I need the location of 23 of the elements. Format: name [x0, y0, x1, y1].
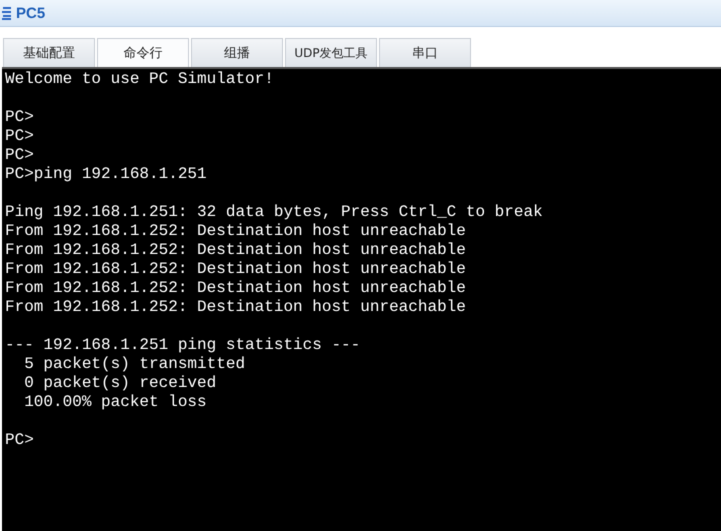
terminal-line: PC> [5, 108, 35, 127]
tab[interactable]: 命令行 [97, 38, 189, 67]
tab[interactable]: 基础配置 [3, 38, 95, 67]
terminal-line: From 192.168.1.252: Destination host unreachable [5, 298, 467, 317]
window-title: PC5 [16, 4, 46, 22]
tab[interactable]: UDP发包工具 [285, 38, 377, 67]
terminal-line: 100.00% packet loss [23, 393, 208, 412]
terminal-line: From 192.168.1.252: Destination host unreachable [5, 241, 467, 260]
terminal-line: Welcome to use PC Simulator! [5, 70, 275, 89]
terminal-line: Ping 192.168.1.251: 32 data bytes, Press Ctrl_C to break [5, 203, 544, 222]
app-icon [1, 5, 13, 21]
tab[interactable]: 组播 [191, 38, 283, 67]
terminal-line: PC>ping 192.168.1.251 [5, 165, 208, 184]
terminal-line: 5 packet(s) transmitted [23, 355, 246, 374]
terminal-line: PC> [5, 127, 35, 146]
tab[interactable]: 串口 [379, 38, 471, 67]
terminal-line: PC> [5, 431, 35, 450]
terminal-line: From 192.168.1.252: Destination host unreachable [5, 260, 467, 279]
terminal-line: From 192.168.1.252: Destination host unreachable [5, 222, 467, 241]
terminal-line: 0 packet(s) received [23, 374, 218, 393]
terminal-line: PC> [5, 146, 35, 165]
terminal-line: --- 192.168.1.251 ping statistics --- [5, 336, 362, 355]
terminal-line: From 192.168.1.252: Destination host unreachable [5, 279, 467, 298]
